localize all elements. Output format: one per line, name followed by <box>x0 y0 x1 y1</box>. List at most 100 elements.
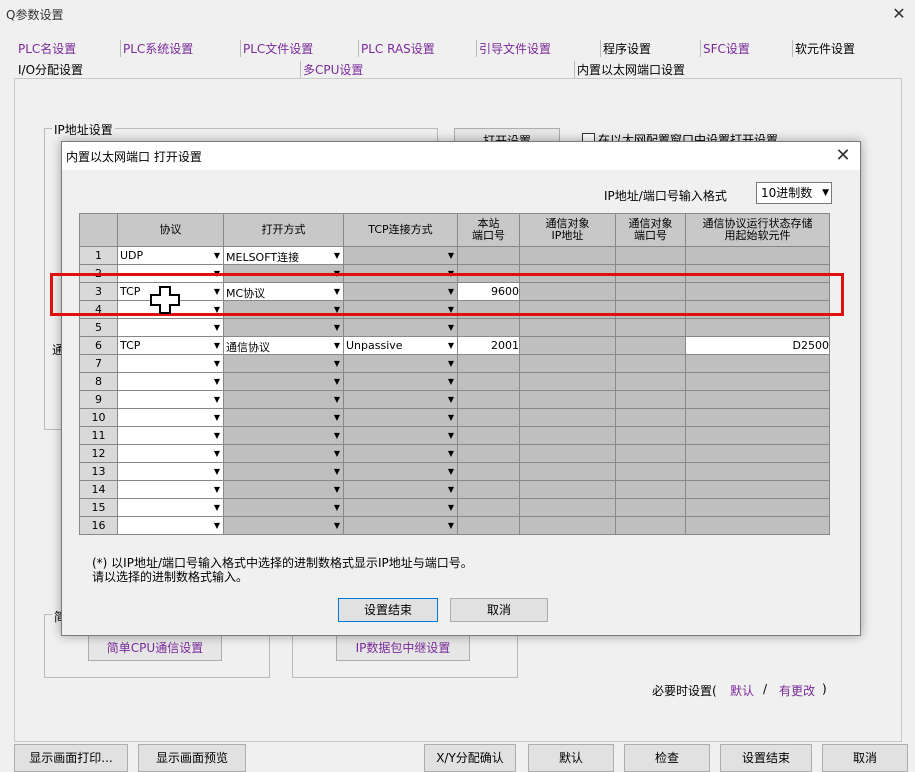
local-port-field[interactable] <box>457 408 520 427</box>
chevron-down-icon[interactable]: ▼ <box>448 377 454 386</box>
open-method-select[interactable]: ▼ <box>223 462 344 481</box>
chevron-down-icon[interactable]: ▼ <box>334 413 340 422</box>
status-device-field[interactable] <box>685 354 830 373</box>
open-method-select[interactable]: ▼ <box>223 426 344 445</box>
tab-multi-cpu[interactable]: 多CPU设置 <box>300 61 365 78</box>
open-method-select[interactable]: ▼ <box>223 480 344 499</box>
tab-plc-name[interactable]: PLC名设置 <box>16 40 78 57</box>
open-method-select[interactable]: ▼ <box>223 354 344 373</box>
local-port-field[interactable] <box>457 516 520 535</box>
changed-link[interactable]: 有更改 <box>779 682 815 699</box>
chevron-down-icon[interactable]: ▼ <box>448 251 454 260</box>
protocol-select[interactable]: ▼ <box>117 462 224 481</box>
protocol-select[interactable]: ▼ <box>117 444 224 463</box>
local-port-field[interactable] <box>457 372 520 391</box>
open-method-select[interactable]: ▼ <box>223 516 344 535</box>
chevron-down-icon[interactable]: ▼ <box>214 503 220 512</box>
open-method-select[interactable]: ▼ <box>223 444 344 463</box>
tab-device[interactable]: 软元件设置 <box>792 40 857 57</box>
chevron-down-icon[interactable]: ▼ <box>448 485 454 494</box>
status-device-field[interactable] <box>685 372 830 391</box>
chevron-down-icon[interactable]: ▼ <box>334 503 340 512</box>
chevron-down-icon[interactable]: ▼ <box>334 521 340 530</box>
chevron-down-icon[interactable]: ▼ <box>448 323 454 332</box>
chevron-down-icon[interactable]: ▼ <box>334 431 340 440</box>
chevron-down-icon[interactable]: ▼ <box>214 251 220 260</box>
local-port-field[interactable] <box>457 318 520 337</box>
format-select[interactable]: 10进制数 ▼ <box>756 182 832 204</box>
close-icon[interactable]: ✕ <box>888 3 910 25</box>
local-port-field[interactable] <box>457 246 520 265</box>
status-device-field[interactable] <box>685 444 830 463</box>
open-method-select[interactable]: MELSOFT连接 ▼ <box>223 246 344 265</box>
chevron-down-icon[interactable]: ▼ <box>334 449 340 458</box>
protocol-select[interactable]: TCP ▼ <box>117 336 224 355</box>
chevron-down-icon[interactable]: ▼ <box>214 323 220 332</box>
open-method-select[interactable]: 通信协议 ▼ <box>223 336 344 355</box>
protocol-select[interactable]: ▼ <box>117 516 224 535</box>
protocol-select[interactable]: ▼ <box>117 372 224 391</box>
local-port-field[interactable]: 2001 <box>457 336 520 355</box>
open-method-select[interactable]: ▼ <box>223 318 344 337</box>
dialog-ok-button[interactable]: 设置结束 <box>338 598 438 622</box>
open-method-select[interactable]: ▼ <box>223 372 344 391</box>
chevron-down-icon[interactable]: ▼ <box>448 395 454 404</box>
chevron-down-icon[interactable]: ▼ <box>214 449 220 458</box>
protocol-select[interactable]: ▼ <box>117 354 224 373</box>
chevron-down-icon[interactable]: ▼ <box>214 413 220 422</box>
chevron-down-icon[interactable]: ▼ <box>448 341 454 350</box>
default-link[interactable]: 默认 <box>730 682 754 699</box>
tcp-method-select[interactable]: ▼ <box>343 480 458 499</box>
check-button[interactable]: 检查 <box>624 744 710 772</box>
tcp-method-select[interactable]: ▼ <box>343 516 458 535</box>
tab-plc-ras[interactable]: PLC RAS设置 <box>358 40 437 57</box>
status-device-field[interactable] <box>685 390 830 409</box>
chevron-down-icon[interactable]: ▼ <box>448 467 454 476</box>
protocol-select[interactable]: ▼ <box>117 318 224 337</box>
default-button[interactable]: 默认 <box>528 744 614 772</box>
tcp-method-select[interactable]: ▼ <box>343 444 458 463</box>
tab-builtin-ethernet[interactable]: 内置以太网端口设置 <box>574 61 687 78</box>
dialog-close-icon[interactable]: ✕ <box>830 144 856 168</box>
tcp-method-select[interactable]: ▼ <box>343 246 458 265</box>
protocol-select[interactable]: UDP ▼ <box>117 246 224 265</box>
local-port-field[interactable] <box>457 480 520 499</box>
tcp-method-select[interactable]: ▼ <box>343 372 458 391</box>
chevron-down-icon[interactable]: ▼ <box>334 485 340 494</box>
chevron-down-icon[interactable]: ▼ <box>214 485 220 494</box>
chevron-down-icon[interactable]: ▼ <box>214 521 220 530</box>
chevron-down-icon[interactable]: ▼ <box>214 359 220 368</box>
local-port-field[interactable] <box>457 462 520 481</box>
tcp-method-select[interactable]: ▼ <box>343 390 458 409</box>
tcp-method-select[interactable]: ▼ <box>343 318 458 337</box>
tab-io-assignment[interactable]: I/O分配设置 <box>16 61 85 78</box>
chevron-down-icon[interactable]: ▼ <box>448 503 454 512</box>
chevron-down-icon[interactable]: ▼ <box>334 323 340 332</box>
chevron-down-icon[interactable]: ▼ <box>334 359 340 368</box>
tab-sfc[interactable]: SFC设置 <box>700 40 752 57</box>
tcp-method-select[interactable]: ▼ <box>343 498 458 517</box>
print-screen-button[interactable]: 显示画面打印... <box>14 744 128 772</box>
chevron-down-icon[interactable]: ▼ <box>214 431 220 440</box>
chevron-down-icon[interactable]: ▼ <box>334 377 340 386</box>
status-device-field[interactable]: D2500 <box>685 336 830 355</box>
chevron-down-icon[interactable]: ▼ <box>334 341 340 350</box>
chevron-down-icon[interactable]: ▼ <box>334 395 340 404</box>
chevron-down-icon[interactable]: ▼ <box>334 467 340 476</box>
xy-assignment-check-button[interactable]: X/Y分配确认 <box>424 744 516 772</box>
open-method-select[interactable]: ▼ <box>223 390 344 409</box>
tcp-method-select[interactable]: ▼ <box>343 462 458 481</box>
status-device-field[interactable] <box>685 426 830 445</box>
open-method-select[interactable]: ▼ <box>223 498 344 517</box>
open-method-select[interactable]: ▼ <box>223 408 344 427</box>
settings-end-button[interactable]: 设置结束 <box>720 744 812 772</box>
chevron-down-icon[interactable]: ▼ <box>448 359 454 368</box>
local-port-field[interactable] <box>457 426 520 445</box>
chevron-down-icon[interactable]: ▼ <box>448 431 454 440</box>
status-device-field[interactable] <box>685 246 830 265</box>
tab-plc-file[interactable]: PLC文件设置 <box>240 40 315 57</box>
chevron-down-icon[interactable]: ▼ <box>214 395 220 404</box>
protocol-select[interactable]: ▼ <box>117 426 224 445</box>
status-device-field[interactable] <box>685 462 830 481</box>
tcp-method-select[interactable]: ▼ <box>343 408 458 427</box>
